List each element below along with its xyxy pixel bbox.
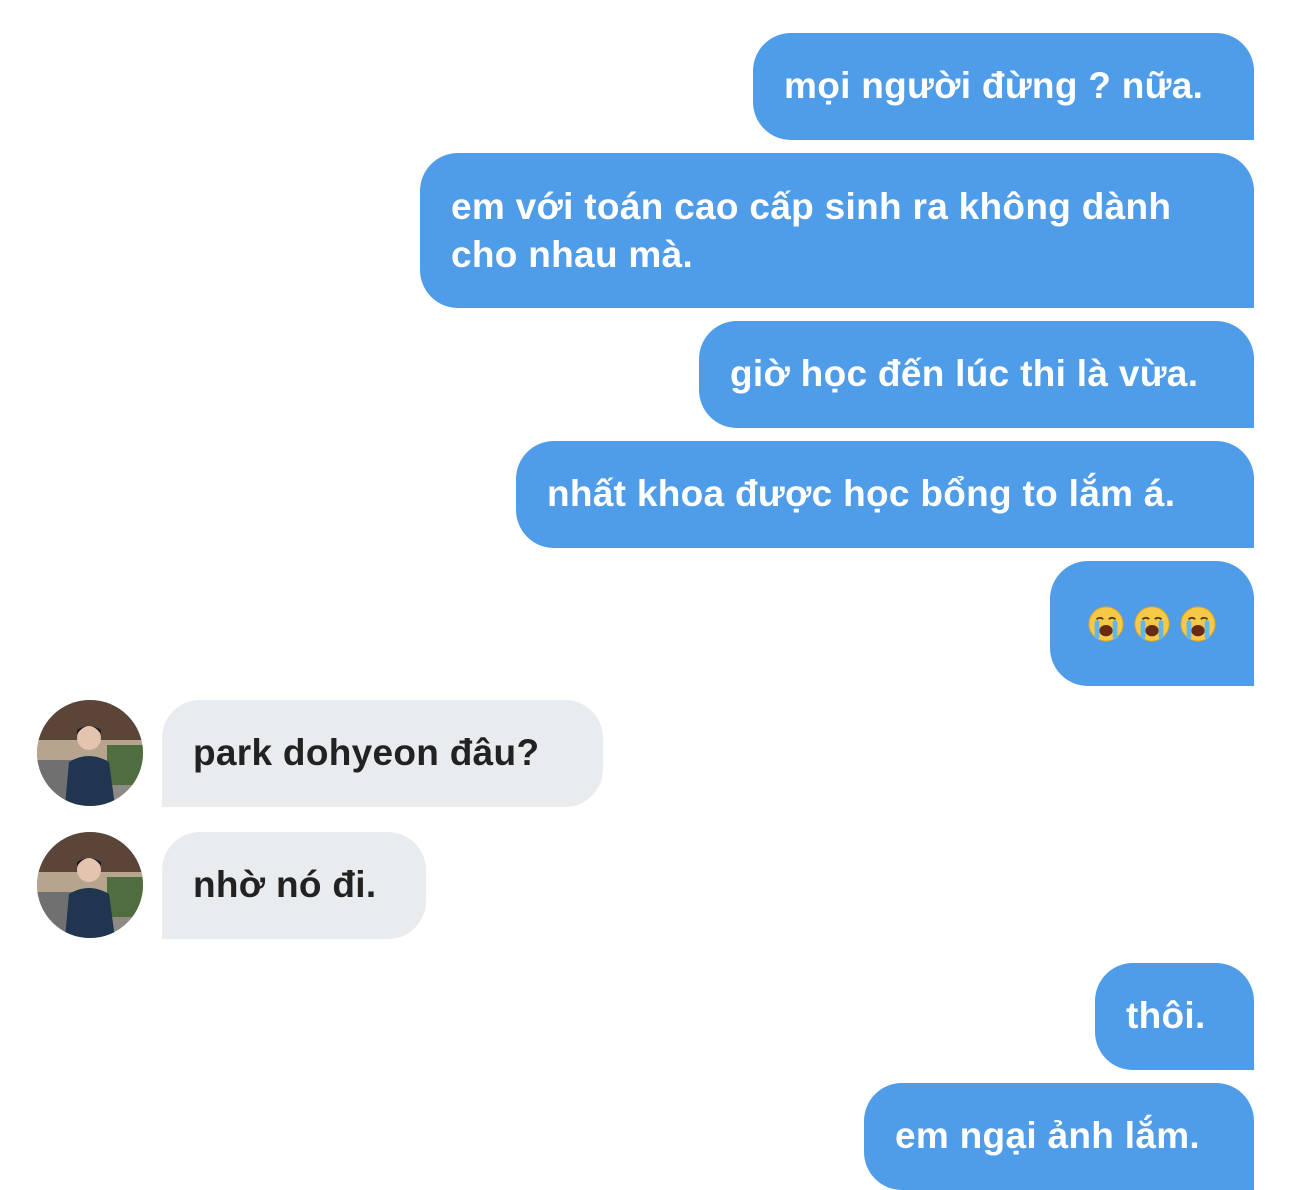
avatar-photo [37, 832, 143, 938]
message-bubble-incoming[interactable]: nhờ nó đi. [162, 832, 426, 939]
avatar-photo [37, 700, 143, 806]
loudly-crying-face-icon [1088, 605, 1124, 642]
loudly-crying-face-icon [1180, 605, 1216, 642]
avatar[interactable] [37, 700, 143, 806]
message-bubble-incoming[interactable]: park dohyeon đâu? [162, 700, 603, 807]
emoji-row [1050, 561, 1254, 686]
message-bubble-outgoing[interactable]: mọi người đừng ? nữa. [753, 33, 1254, 140]
message-bubble-outgoing[interactable]: em với toán cao cấp sinh ra không dành c… [420, 153, 1254, 308]
loudly-crying-face-icon [1134, 605, 1170, 642]
message-bubble-outgoing[interactable]: em ngại ảnh lắm. [864, 1083, 1254, 1190]
message-text: em ngại ảnh lắm. [895, 1115, 1200, 1156]
message-text: mọi người đừng ? nữa. [784, 65, 1204, 106]
message-text: giờ học đến lúc thi là vừa. [730, 353, 1199, 394]
message-text: nhất khoa được học bổng to lắm á. [547, 473, 1176, 514]
message-bubble-outgoing[interactable]: giờ học đến lúc thi là vừa. [699, 321, 1254, 428]
message-text-line-2: cho nhau mà. [451, 234, 694, 275]
message-bubble-outgoing[interactable]: nhất khoa được học bổng to lắm á. [516, 441, 1254, 548]
message-text: nhờ nó đi. [193, 864, 377, 905]
message-text: thôi. [1126, 995, 1206, 1036]
message-bubble-outgoing[interactable]: thôi. [1095, 963, 1254, 1070]
message-bubble-outgoing-emoji[interactable] [1050, 561, 1254, 686]
message-text: park dohyeon đâu? [193, 732, 540, 773]
message-text: em với toán cao cấp sinh ra không dành [451, 186, 1172, 227]
avatar[interactable] [37, 832, 143, 938]
